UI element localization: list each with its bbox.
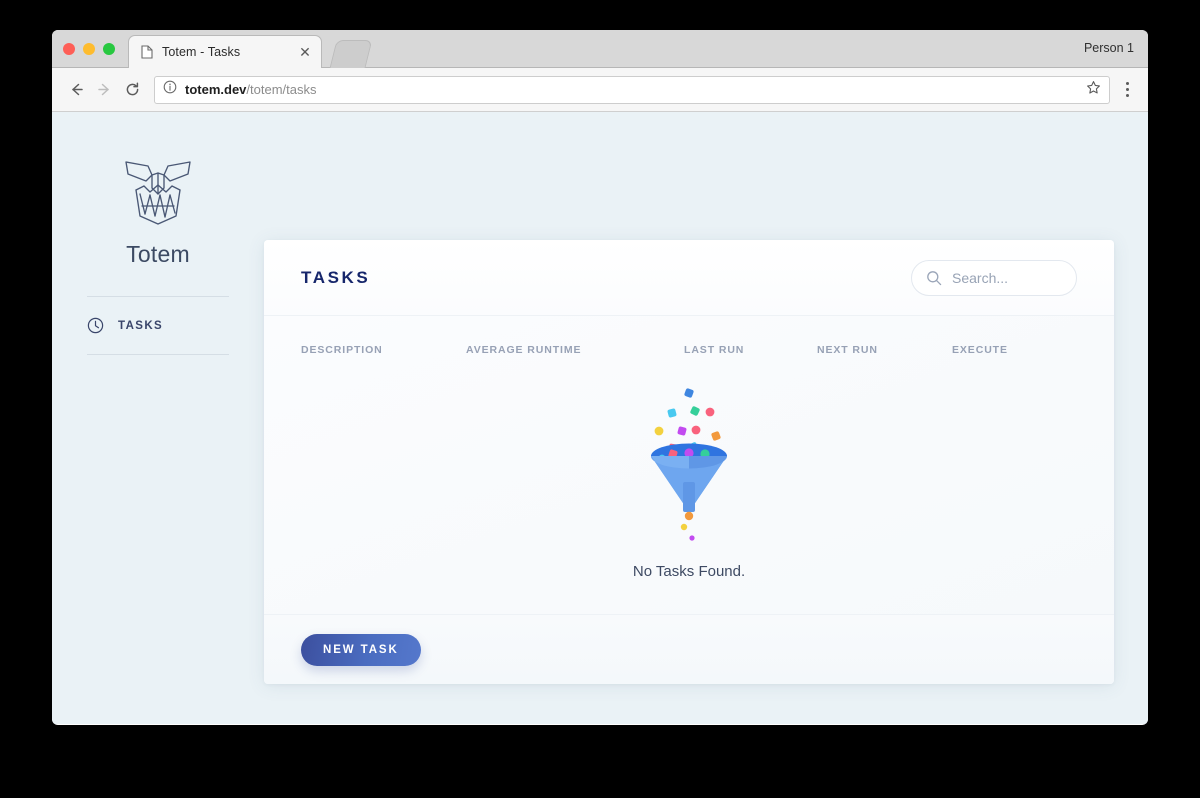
- arrow-left-icon[interactable]: [62, 76, 90, 104]
- browser-tab-active[interactable]: Totem - Tasks ✕: [128, 35, 322, 68]
- three-dots-icon[interactable]: [1116, 76, 1138, 104]
- column-header-next-run: NEXT RUN: [817, 344, 878, 356]
- window-controls: [63, 43, 115, 55]
- maximize-window-button[interactable]: [103, 43, 115, 55]
- brand-name: Totem: [126, 241, 190, 267]
- totem-mask-icon: [122, 154, 194, 233]
- minimize-window-button[interactable]: [83, 43, 95, 55]
- empty-state: No Tasks Found.: [264, 356, 1114, 580]
- column-header-last-run: LAST RUN: [684, 344, 745, 356]
- column-header-execute: EXECUTE: [952, 344, 1008, 356]
- card-body: DESCRIPTION AVERAGE RUNTIME LAST RUN NEX…: [264, 316, 1114, 614]
- address-bar-url: totem.dev/totem/tasks: [185, 82, 1086, 97]
- page-viewport: Totem TASKS TASKS Search... DESCRIPTION …: [52, 112, 1148, 724]
- sidebar-item-tasks[interactable]: TASKS: [87, 297, 229, 354]
- sidebar-divider-bottom: [87, 354, 229, 355]
- search-input[interactable]: Search...: [911, 259, 1077, 296]
- empty-state-message: No Tasks Found.: [632, 563, 746, 580]
- card-header: TASKS Search...: [264, 240, 1114, 316]
- info-circle-icon[interactable]: [163, 80, 177, 99]
- page-icon: [141, 45, 153, 59]
- profile-label[interactable]: Person 1: [1084, 41, 1134, 55]
- url-host: totem.dev: [185, 82, 247, 97]
- search-icon: [926, 270, 942, 286]
- funnel-confetti-icon: [629, 382, 749, 517]
- search-placeholder: Search...: [952, 269, 1009, 286]
- sidebar-item-label: TASKS: [118, 319, 164, 332]
- brand[interactable]: Totem: [52, 154, 264, 268]
- browser-tab-inactive[interactable]: [329, 40, 373, 68]
- browser-tab-title: Totem - Tasks: [162, 45, 241, 59]
- address-bar[interactable]: totem.dev/totem/tasks: [154, 75, 1110, 104]
- reload-icon[interactable]: [118, 76, 146, 104]
- url-path: /totem/tasks: [246, 82, 317, 97]
- close-icon[interactable]: ✕: [297, 44, 313, 60]
- browser-tab-strip: Totem - Tasks ✕ Person 1: [52, 30, 1148, 68]
- browser-toolbar: totem.dev/totem/tasks: [52, 68, 1148, 112]
- star-icon[interactable]: [1086, 80, 1101, 100]
- column-header-average-runtime: AVERAGE RUNTIME: [466, 344, 582, 356]
- tasks-card: TASKS Search... DESCRIPTION AVERAGE RUNT…: [264, 240, 1114, 684]
- page-title: TASKS: [301, 267, 371, 287]
- column-header-description: DESCRIPTION: [301, 344, 383, 356]
- table-header-row: DESCRIPTION AVERAGE RUNTIME LAST RUN NEX…: [264, 316, 1114, 356]
- clock-icon: [87, 317, 104, 334]
- close-window-button[interactable]: [63, 43, 75, 55]
- browser-window: Totem - Tasks ✕ Person 1 totem.dev/totem…: [52, 30, 1148, 725]
- new-task-button[interactable]: NEW TASK: [301, 633, 421, 666]
- arrow-right-icon[interactable]: [90, 76, 118, 104]
- card-footer: NEW TASK: [264, 614, 1114, 684]
- sidebar: Totem TASKS: [52, 112, 264, 724]
